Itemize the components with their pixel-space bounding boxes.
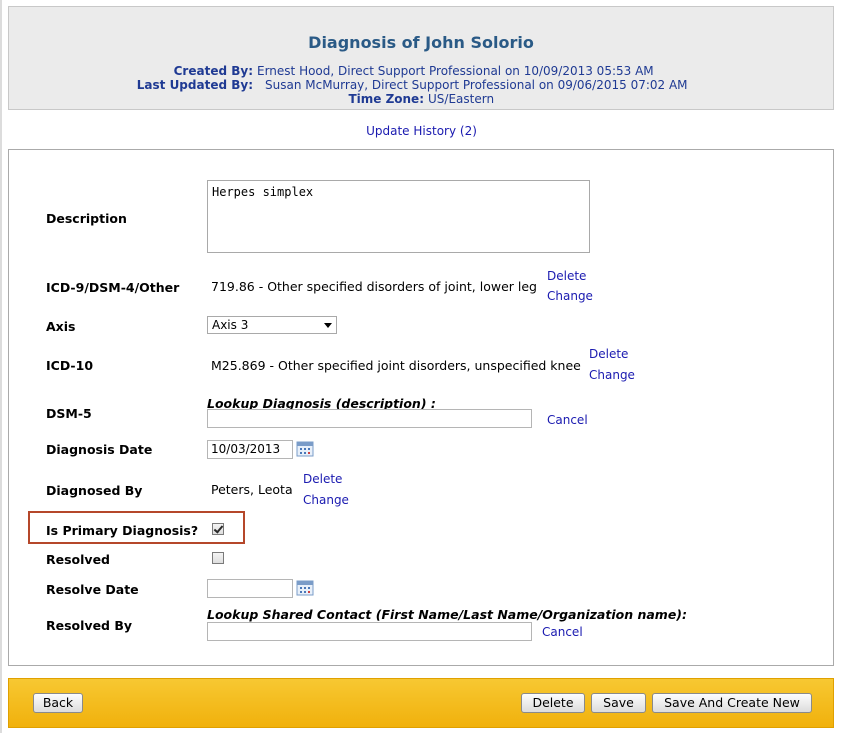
timezone-value: US/Eastern (428, 92, 495, 106)
icd10-value: M25.869 - Other specified joint disorder… (211, 358, 581, 373)
created-by-row: Created By: Ernest Hood, Direct Support … (9, 64, 833, 78)
update-history-link[interactable]: Update History (2) (0, 124, 843, 138)
timezone-row: Time Zone: US/Eastern (9, 92, 833, 106)
dsm5-cancel-link[interactable]: Cancel (547, 413, 588, 427)
resolved-by-cancel-link[interactable]: Cancel (542, 625, 583, 639)
description-label: Description (46, 211, 127, 226)
diagnosis-date-input[interactable]: 10/03/2013 (207, 440, 293, 459)
resolve-date-input[interactable] (207, 579, 293, 598)
icd10-delete-link[interactable]: Delete (589, 347, 628, 361)
dsm5-label: DSM-5 (46, 406, 92, 421)
back-button[interactable]: Back (33, 693, 83, 713)
resolved-by-label: Resolved By (46, 618, 133, 633)
save-button[interactable]: Save (591, 693, 646, 713)
calendar-icon[interactable] (296, 441, 314, 457)
diagnosed-by-delete-link[interactable]: Delete (303, 472, 342, 486)
updated-by-value: Susan McMurray, Direct Support Professio… (265, 78, 688, 92)
icd10-label: ICD-10 (46, 358, 94, 373)
timezone-label: Time Zone: (348, 92, 424, 106)
header-panel: Diagnosis of John Solorio Created By: Er… (8, 6, 834, 110)
calendar-icon[interactable] (296, 580, 314, 596)
icd9-value: 719.86 - Other specified disorders of jo… (211, 279, 537, 294)
dsm5-lookup-input[interactable] (207, 409, 532, 428)
save-and-create-new-button[interactable]: Save And Create New (652, 693, 812, 713)
diagnosis-form: Description Herpes simplex ICD-9/DSM-4/O… (8, 149, 834, 666)
created-by-value: Ernest Hood, Direct Support Professional… (257, 64, 654, 78)
resolved-by-lookup-label: Lookup Shared Contact (First Name/Last N… (207, 607, 688, 622)
diagnosis-date-label: Diagnosis Date (46, 442, 153, 457)
chevron-down-icon (324, 323, 332, 328)
resolved-checkbox[interactable] (212, 552, 224, 564)
icd9-delete-link[interactable]: Delete (547, 269, 586, 283)
footer-toolbar: Back Delete Save Save And Create New (8, 678, 834, 728)
axis-selected-value: Axis 3 (212, 318, 249, 332)
diagnosed-by-change-link[interactable]: Change (303, 493, 349, 507)
description-textarea[interactable]: Herpes simplex (207, 180, 590, 253)
updated-by-label: Last Updated By: (136, 78, 253, 92)
icd10-change-link[interactable]: Change (589, 368, 635, 382)
icd9-label: ICD-9/DSM-4/Other (46, 280, 180, 295)
diagnosed-by-value: Peters, Leota (211, 482, 293, 497)
resolve-date-label: Resolve Date (46, 582, 139, 597)
axis-select[interactable]: Axis 3 (207, 316, 337, 334)
updated-by-row: Last Updated By: Susan McMurray, Direct … (9, 78, 833, 92)
page-title: Diagnosis of John Solorio (308, 33, 534, 52)
window-edge (0, 0, 2, 733)
axis-label: Axis (46, 319, 76, 334)
resolved-by-lookup-input[interactable] (207, 622, 532, 641)
primary-diagnosis-highlight (28, 511, 245, 544)
icd9-change-link[interactable]: Change (547, 289, 593, 303)
delete-button[interactable]: Delete (521, 693, 585, 713)
created-by-label: Created By: (173, 64, 253, 78)
resolved-label: Resolved (46, 552, 110, 567)
diagnosed-by-label: Diagnosed By (46, 483, 143, 498)
